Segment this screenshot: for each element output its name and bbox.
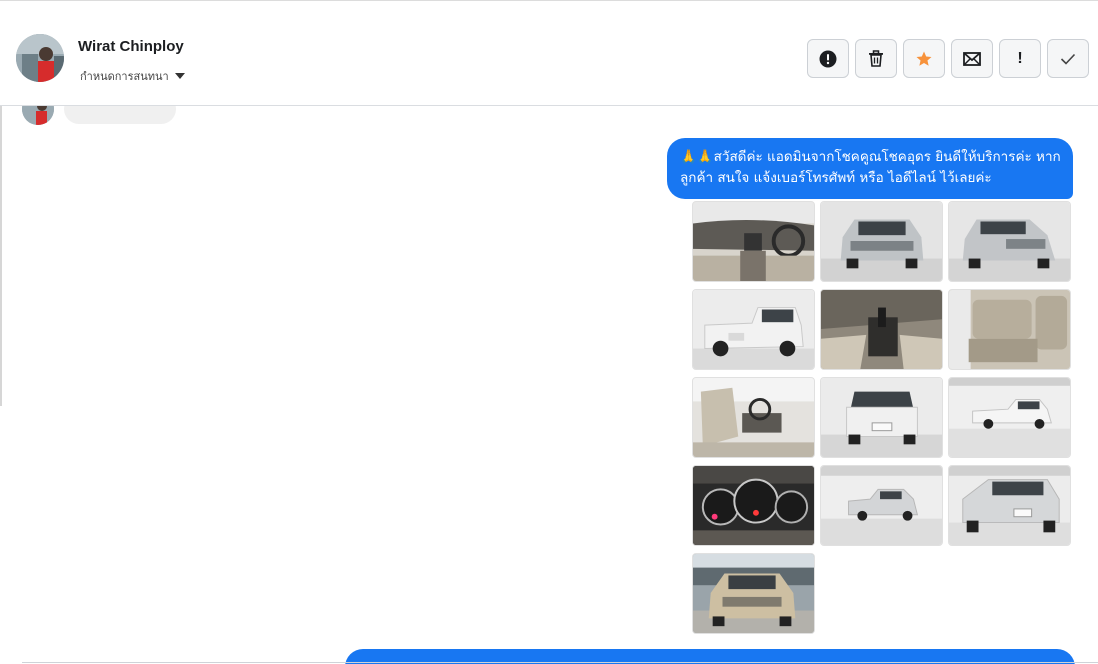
conversation-settings-label: กำหนดการสนทนา	[80, 71, 169, 83]
important-button[interactable]: !	[999, 39, 1041, 78]
exclamation-icon: !	[1017, 49, 1023, 67]
car-photo[interactable]	[948, 377, 1071, 458]
car-photo[interactable]	[948, 289, 1071, 370]
delete-button[interactable]	[855, 39, 897, 78]
contact-name[interactable]: Wirat Chinploy	[78, 38, 184, 55]
report-button[interactable]	[807, 39, 849, 78]
check-icon	[1060, 53, 1076, 65]
car-photo[interactable]	[820, 201, 943, 282]
car-photo[interactable]	[692, 553, 815, 634]
car-photo[interactable]	[692, 201, 815, 282]
photo-grid	[692, 201, 1071, 634]
mark-unread-button[interactable]	[951, 39, 993, 78]
car-photo[interactable]	[948, 201, 1071, 282]
composer-divider	[22, 662, 1098, 663]
panel-divider	[0, 106, 2, 406]
car-photo[interactable]	[692, 377, 815, 458]
message-text: 🙏🙏สวัสดีค่ะ แอดมินจากโชคคูณโชคอุดร ยินดี…	[680, 149, 1061, 186]
car-photo[interactable]	[948, 465, 1071, 546]
car-photo[interactable]	[820, 465, 943, 546]
envelope-icon	[963, 51, 981, 66]
conversation-settings-dropdown[interactable]: กำหนดการสนทนา	[80, 67, 185, 85]
car-photo[interactable]	[692, 465, 815, 546]
car-photo[interactable]	[692, 289, 815, 370]
messenger-window: Wirat Chinploy กำหนดการสนทนา ! 🙏🙏สวัสดีค…	[0, 0, 1098, 664]
star-icon	[916, 51, 932, 66]
car-photo[interactable]	[820, 289, 943, 370]
alert-circle-icon	[819, 50, 837, 67]
done-button[interactable]	[1047, 39, 1089, 78]
conversation-toolbar: !	[807, 39, 1089, 78]
caret-down-icon	[174, 73, 185, 79]
outgoing-message-bubble: 🙏🙏สวัสดีค่ะ แอดมินจากโชคคูณโชคอุดร ยินดี…	[667, 138, 1073, 199]
contact-avatar[interactable]	[16, 34, 64, 82]
star-button[interactable]	[903, 39, 945, 78]
car-photo[interactable]	[820, 377, 943, 458]
trash-icon	[869, 50, 883, 67]
conversation-header: Wirat Chinploy กำหนดการสนทนา !	[0, 1, 1098, 106]
